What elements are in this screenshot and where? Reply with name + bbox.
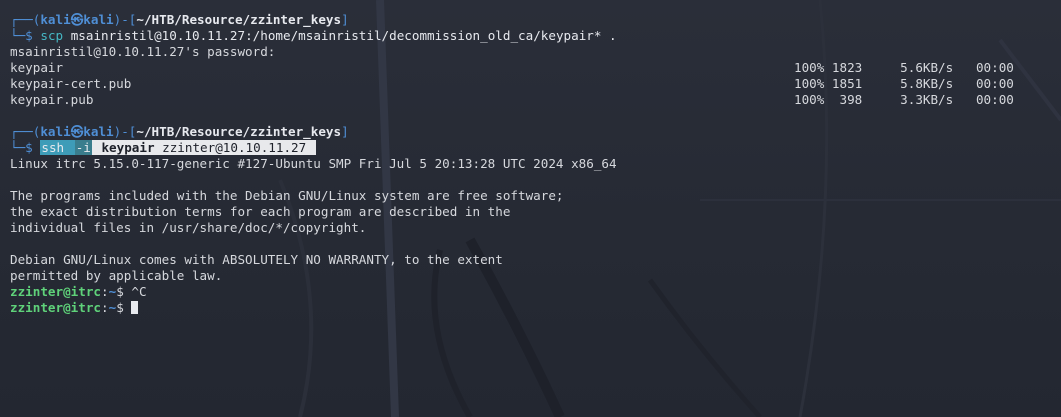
prompt-cwd: ~/HTB/Resource/zzinter_keys: [136, 124, 342, 139]
terminal-output: ┌──(kali㉿kali)-[~/HTB/Resource/zzinter_k…: [10, 12, 1051, 316]
prompt-cwd: ~/HTB/Resource/zzinter_keys: [136, 12, 342, 27]
selected-key-file[interactable]: keypair: [101, 140, 154, 155]
terminal-window[interactable]: ┌──(kali㉿kali)-[~/HTB/Resource/zzinter_k…: [0, 0, 1061, 417]
prompt-dollar: $: [116, 300, 124, 315]
password-prompt: msainristil@10.10.11.27's password:: [10, 44, 276, 59]
prompt-colon: :: [101, 284, 109, 299]
remote-prompt-line-active[interactable]: zzinter@itrc:~$: [10, 300, 1051, 316]
remote-user-host: zzinter@itrc: [10, 284, 101, 299]
selected-target[interactable]: zzinter@10.10.11.27: [162, 140, 306, 155]
motd-line: individual files in /usr/share/doc/*/cop…: [10, 220, 367, 235]
motd-line: Debian GNU/Linux comes with ABSOLUTELY N…: [10, 252, 503, 267]
prompt-line-top: ┌──(kali㉿kali)-[~/HTB/Resource/zzinter_k…: [10, 124, 1051, 140]
selected-flag[interactable]: -i: [74, 140, 92, 155]
prompt-user: kali: [40, 124, 71, 139]
motd-line: permitted by applicable law.: [10, 268, 223, 283]
prompt-host: kali: [83, 124, 114, 139]
scp-file-list: keypair 100% 1823 5.6KB/s 00:00 keypair-ce…: [10, 60, 1051, 108]
prompt-host: kali: [83, 12, 114, 27]
command-line-scp: └─$ scp msainristil@10.10.11.27:/home/ms…: [10, 28, 1051, 44]
prompt-line-top: ┌──(kali㉿kali)-[~/HTB/Resource/zzinter_k…: [10, 12, 1051, 28]
scp-transfer-stats: 100% 1823 5.6KB/s 00:00: [794, 60, 1014, 75]
typed-input: ^C: [123, 284, 147, 299]
uname-line: Linux itrc 5.15.0-117-generic #127-Ubunt…: [10, 156, 617, 171]
prompt-dollar: $: [25, 28, 33, 43]
kali-at-icon: ㉿: [70, 124, 84, 139]
scp-file-name: keypair.pub: [10, 92, 94, 107]
prompt-end: ]: [341, 12, 349, 27]
remote-prompt-line: zzinter@itrc:~$ ^C: [10, 284, 1051, 300]
scp-file-row: keypair.pub 100% 398 3.3KB/s 00:00: [10, 92, 1051, 108]
typed-input[interactable]: [124, 300, 132, 315]
selected-command-name[interactable]: ssh: [40, 140, 66, 155]
prompt-separator: )-[: [113, 12, 137, 27]
command-line-ssh[interactable]: └─$ ssh -i keypair zzinter@10.10.11.27: [10, 140, 1051, 156]
prompt-separator: )-[: [113, 124, 137, 139]
scp-file-name: keypair-cert.pub: [10, 76, 132, 91]
prompt-dollar: $: [25, 140, 33, 155]
scp-file-name: keypair: [10, 60, 64, 75]
command-args: msainristil@10.10.11.27:/home/msainristi…: [63, 28, 617, 43]
command-name: scp: [40, 28, 64, 43]
scp-file-row: keypair 100% 1823 5.6KB/s 00:00: [10, 60, 1051, 76]
prompt-box-bottom: └─: [10, 140, 26, 155]
scp-transfer-stats: 100% 398 3.3KB/s 00:00: [794, 92, 1014, 107]
text-cursor: [131, 301, 139, 314]
prompt-box-bottom: └─: [10, 28, 26, 43]
motd-line: The programs included with the Debian GN…: [10, 188, 564, 203]
prompt-box-top: ┌──(: [10, 124, 41, 139]
remote-user-host: zzinter@itrc: [10, 300, 101, 315]
motd-line: the exact distribution terms for each pr…: [10, 204, 511, 219]
kali-at-icon: ㉿: [70, 12, 84, 27]
scp-transfer-stats: 100% 1851 5.8KB/s 00:00: [794, 76, 1014, 91]
prompt-box-top: ┌──(: [10, 12, 41, 27]
prompt-end: ]: [341, 124, 349, 139]
scp-file-row: keypair-cert.pub 100% 1851 5.8KB/s 00:00: [10, 76, 1051, 92]
prompt-colon: :: [101, 300, 109, 315]
prompt-dollar: $: [116, 284, 124, 299]
prompt-user: kali: [40, 12, 71, 27]
